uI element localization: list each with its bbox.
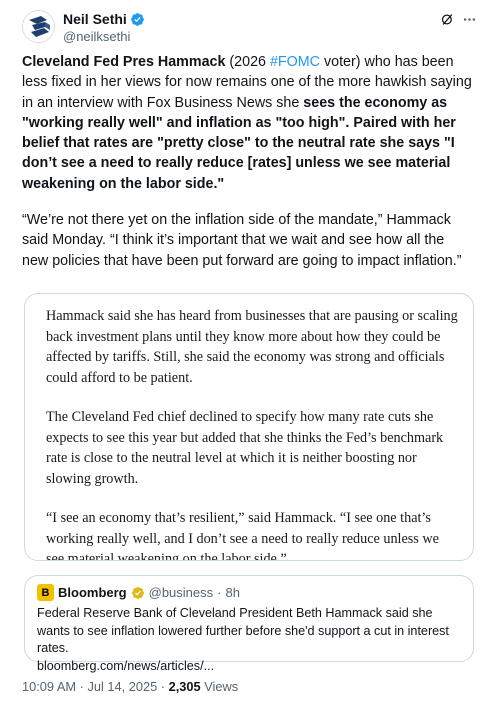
tweet-date[interactable]: Jul 14, 2025 xyxy=(87,679,157,694)
quoted-author-name[interactable]: Bloomberg xyxy=(58,585,127,600)
gold-check-icon xyxy=(131,586,144,599)
avatar[interactable] xyxy=(22,10,55,43)
tweet-text-bold: Cleveland Fed Pres Hammack xyxy=(22,54,226,70)
article-image[interactable]: Hammack said she has heard from business… xyxy=(24,293,474,561)
views-label: Views xyxy=(204,679,239,694)
quoted-tweet-header: B Bloomberg @business · 8h xyxy=(37,584,240,601)
quoted-link[interactable]: bloomberg.com/news/articles/... xyxy=(37,658,463,676)
article-paragraph: Hammack said she has heard from business… xyxy=(46,308,458,386)
more-icon[interactable] xyxy=(462,12,477,27)
avatar-logo xyxy=(23,11,54,42)
meta-separator: · xyxy=(160,679,166,694)
article-paragraph: “I see an economy that’s resilient,” sai… xyxy=(46,510,439,561)
verified-badge-icon xyxy=(130,13,144,26)
tweet-paragraph-1: Cleveland Fed Pres Hammack (2026 #FOMC v… xyxy=(22,52,472,194)
bloomberg-avatar[interactable]: B xyxy=(37,584,54,601)
quoted-text: Federal Reserve Bank of Cleveland Presid… xyxy=(37,606,449,655)
tweet-text: (2026 xyxy=(225,54,270,70)
tweet-footer: 10:09 AM · Jul 14, 2025 · 2,305 Views xyxy=(22,679,238,694)
meta-separator: · xyxy=(217,585,222,600)
hashtag-link[interactable]: #FOMC xyxy=(270,54,320,70)
tweet-time[interactable]: 10:09 AM xyxy=(22,679,76,694)
author-display-name[interactable]: Neil Sethi xyxy=(63,11,127,28)
tweet-header: Neil Sethi @neilksethi xyxy=(22,10,476,45)
quoted-tweet[interactable]: B Bloomberg @business · 8h Federal Reser… xyxy=(24,575,474,673)
quoted-tweet-text: Federal Reserve Bank of Cleveland Presid… xyxy=(37,605,463,675)
grok-icon[interactable] xyxy=(440,12,455,27)
author-names: Neil Sethi @neilksethi xyxy=(63,11,145,45)
tweet-paragraph-2: “We’re not there yet on the inflation si… xyxy=(22,210,472,271)
quoted-author-handle[interactable]: @business xyxy=(149,585,214,600)
quoted-timestamp[interactable]: 8h xyxy=(225,585,239,600)
article-paragraph: The Cleveland Fed chief declined to spec… xyxy=(46,409,444,487)
article-excerpt: Hammack said she has heard from business… xyxy=(46,306,458,561)
meta-separator: · xyxy=(79,679,84,694)
author-handle[interactable]: @neilksethi xyxy=(63,29,145,45)
views-count: 2,305 xyxy=(168,679,201,694)
